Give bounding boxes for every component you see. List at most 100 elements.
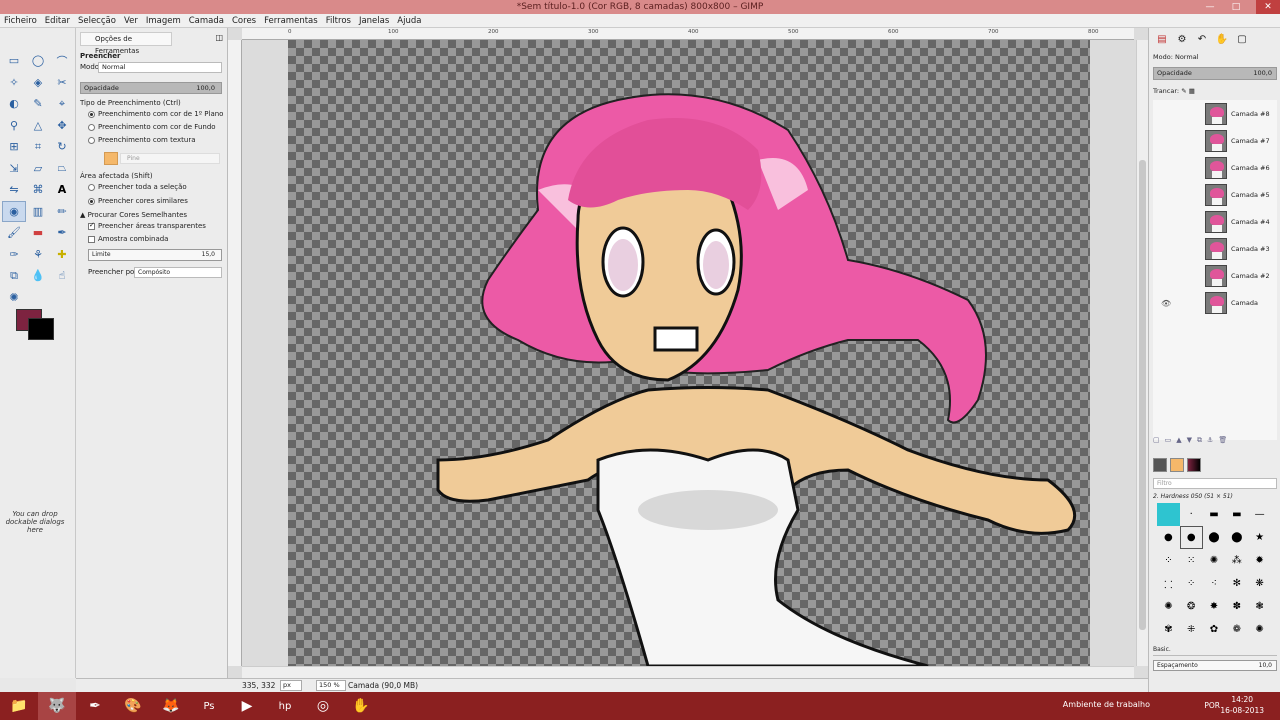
paths-tab-icon[interactable]: ↶	[1193, 31, 1211, 47]
media-player-taskbar-icon[interactable]: ▶	[228, 692, 266, 720]
brush-item[interactable]: ✹	[1248, 549, 1271, 572]
language-indicator[interactable]: POR	[1204, 701, 1220, 710]
hp-taskbar-icon[interactable]: hp	[266, 692, 304, 720]
blur-tool-icon[interactable]: 💧	[26, 265, 50, 287]
perspective-tool-icon[interactable]: ⏢	[50, 158, 74, 180]
vertical-scrollbar[interactable]	[1136, 40, 1148, 666]
duplicate-layer-icon[interactable]: ⧉	[1197, 436, 1207, 444]
scroll-thumb[interactable]	[1139, 160, 1146, 630]
pen-tool-taskbar-icon[interactable]: ✒	[76, 692, 114, 720]
lock-pixels-icon[interactable]: ✎	[1181, 87, 1186, 95]
lower-layer-icon[interactable]: ▼	[1187, 436, 1197, 444]
brush-item[interactable]: ⁜	[1180, 618, 1203, 641]
document-tab-icon[interactable]: ▢	[1233, 31, 1251, 47]
fill-transparent-checkbox[interactable]: Preencher áreas transparentes	[88, 221, 206, 230]
brush-item[interactable]: ❃	[1248, 595, 1271, 618]
brush-item[interactable]: ✺	[1203, 549, 1226, 572]
zoom-tool-icon[interactable]: ⚲	[2, 115, 26, 137]
layer-item[interactable]: Camada #6	[1153, 156, 1277, 182]
anchor-layer-icon[interactable]: ⚓	[1207, 436, 1218, 444]
close-button[interactable]: ✕	[1256, 0, 1280, 14]
eraser-tool-icon[interactable]: ▬	[26, 222, 50, 244]
align-tool-icon[interactable]: ⊞	[2, 136, 26, 158]
smudge-tool-icon[interactable]: ☝	[50, 265, 74, 287]
ink-tool-icon[interactable]: ✑	[2, 244, 26, 266]
tool-options-tab[interactable]: Opções de Ferramentas	[80, 32, 172, 55]
fill-pattern-option[interactable]: Preenchimento com textura	[88, 136, 196, 144]
layers-tab-icon[interactable]: ▤	[1153, 31, 1171, 47]
undo-tab-icon[interactable]: ✋	[1213, 31, 1231, 47]
layer-mode-row[interactable]: Modo: Normal	[1153, 53, 1199, 61]
clock[interactable]: 14:20 16-08-2013	[1220, 694, 1264, 716]
perspective-clone-tool-icon[interactable]: ⧉	[2, 265, 26, 287]
brush-item[interactable]: ✻	[1225, 572, 1248, 595]
minimize-button[interactable]: —	[1198, 0, 1222, 14]
brush-item[interactable]: ⁙	[1180, 549, 1203, 572]
layer-item[interactable]: Camada #7	[1153, 129, 1277, 155]
brush-item[interactable]: ⁘	[1180, 572, 1203, 595]
layer-item[interactable]: Camada #5	[1153, 183, 1277, 209]
brush-item[interactable]: ❂	[1180, 595, 1203, 618]
measure-tool-icon[interactable]: △	[26, 115, 50, 137]
brush-item[interactable]: ·	[1180, 503, 1203, 526]
new-layer-icon[interactable]: ▢	[1153, 436, 1165, 444]
ellipse-select-tool-icon[interactable]: ◯	[26, 50, 50, 72]
brush-item[interactable]: ✺	[1157, 595, 1180, 618]
heal-tool-icon[interactable]: ✚	[50, 244, 74, 266]
raise-layer-icon[interactable]: ▲	[1176, 436, 1186, 444]
visibility-eye-icon[interactable]: 👁	[1161, 299, 1171, 308]
menu-seleccao[interactable]: Selecção	[74, 14, 120, 27]
brush-preset-select[interactable]: Basic.	[1153, 646, 1277, 656]
gradients-tab-icon[interactable]	[1187, 458, 1201, 472]
maximize-button[interactable]: □	[1224, 0, 1248, 14]
menu-cores[interactable]: Cores	[228, 14, 260, 27]
rotate-tool-icon[interactable]: ↻	[50, 136, 74, 158]
fuzzy-select-tool-icon[interactable]: ✧	[2, 72, 26, 94]
menu-ver[interactable]: Ver	[120, 14, 142, 27]
brush-item[interactable]: ●	[1157, 526, 1180, 549]
spacing-slider[interactable]: Espaçamento 10,0	[1153, 660, 1277, 671]
photoshop-taskbar-icon[interactable]: Ps	[190, 692, 228, 720]
brush-item[interactable]: ⁂	[1225, 549, 1248, 572]
pencil-tool-icon[interactable]: ✏	[50, 201, 74, 223]
brush-item[interactable]: ★	[1248, 526, 1271, 549]
delete-layer-icon[interactable]: 🗑	[1218, 436, 1232, 444]
brush-item[interactable]: ✸	[1203, 595, 1226, 618]
paint-taskbar-icon[interactable]: 🎨	[114, 692, 152, 720]
rect-select-tool-icon[interactable]: ▭	[2, 50, 26, 72]
background-color-swatch[interactable]	[28, 318, 54, 340]
flip-tool-icon[interactable]: ⇋	[2, 179, 26, 201]
clone-tool-icon[interactable]: ⚘	[26, 244, 50, 266]
brush-item[interactable]: ✺	[1248, 618, 1271, 641]
shear-tool-icon[interactable]: ▱	[26, 158, 50, 180]
move-tool-icon[interactable]: ✥	[50, 115, 74, 137]
fill-bg-option[interactable]: Preenchimento com cor de Fundo	[88, 123, 216, 131]
pattern-swatch[interactable]	[104, 152, 118, 165]
gimp2-taskbar-icon[interactable]: 🦊	[152, 692, 190, 720]
fill-fg-option[interactable]: Preenchimento com cor de 1º Plano	[88, 110, 223, 118]
menu-camada[interactable]: Camada	[185, 14, 228, 27]
brush-item[interactable]: —	[1248, 503, 1271, 526]
brush-item[interactable]: ❁	[1225, 618, 1248, 641]
brush-item[interactable]: ●	[1179, 526, 1203, 549]
menu-filtros[interactable]: Filtros	[322, 14, 355, 27]
layer-item[interactable]: Camada #4	[1153, 210, 1277, 236]
layer-item[interactable]: Camada #2	[1153, 264, 1277, 290]
foreground-select-tool-icon[interactable]: ◐	[2, 93, 26, 115]
zoom-select[interactable]: 150 %	[316, 680, 346, 691]
paths-tool-icon[interactable]: ✎	[26, 93, 50, 115]
brush-item[interactable]: ▬	[1225, 503, 1248, 526]
brush-item[interactable]: ⸬	[1157, 572, 1180, 595]
desktop-toolbar-label[interactable]: Ambiente de trabalho	[1063, 700, 1150, 709]
menu-ajuda[interactable]: Ajuda	[393, 14, 425, 27]
color-picker-tool-icon[interactable]: ⌖	[50, 93, 74, 115]
lock-alpha-icon[interactable]: ▦	[1189, 87, 1195, 95]
scale-tool-icon[interactable]: ⇲	[2, 158, 26, 180]
fill-by-select[interactable]: Compósito	[134, 267, 222, 278]
unit-select[interactable]: px	[280, 680, 302, 691]
menu-ferramentas[interactable]: Ferramentas	[260, 14, 322, 27]
layer-item[interactable]: 👁 Camada	[1153, 291, 1277, 317]
image-canvas[interactable]	[288, 40, 1090, 666]
patterns-tab-icon[interactable]	[1170, 458, 1184, 472]
brush-item[interactable]: ⬤	[1203, 526, 1226, 549]
